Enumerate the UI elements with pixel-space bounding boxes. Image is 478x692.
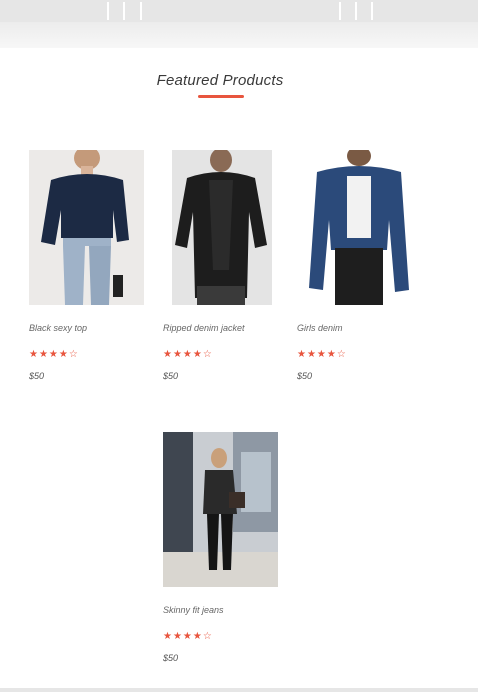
product-card[interactable]: Ripped denim jacket ★★★★☆ $50 (163, 150, 283, 381)
product-image[interactable] (163, 150, 278, 305)
product-card[interactable]: Skinny fit jeans ★★★★☆ $50 (163, 432, 283, 663)
nav-divider (339, 2, 341, 20)
product-price: $50 (29, 371, 45, 381)
product-name[interactable]: Skinny fit jeans (163, 605, 283, 617)
product-card[interactable]: Girls denim ★★★★☆ $50 (297, 150, 417, 381)
product-price: $50 (297, 371, 313, 381)
nav-divider (140, 2, 142, 20)
product-name[interactable]: Black sexy top (29, 323, 149, 335)
title-underline (198, 95, 244, 98)
nav-divider (107, 2, 109, 20)
product-card[interactable]: Black sexy top ★★★★☆ $50 (29, 150, 149, 381)
product-price: $50 (163, 371, 179, 381)
rating-stars: ★★★★☆ (29, 349, 79, 360)
product-price: $50 (163, 653, 179, 663)
nav-divider (371, 2, 373, 20)
rating-stars: ★★★★☆ (163, 631, 213, 642)
footer-divider (0, 688, 478, 692)
product-name[interactable]: Ripped denim jacket (163, 323, 283, 335)
nav-divider (123, 2, 125, 20)
top-navigation-bar (0, 0, 478, 22)
secondary-bar (0, 22, 478, 48)
product-image[interactable] (29, 150, 144, 305)
product-image[interactable] (297, 150, 412, 305)
nav-divider (355, 2, 357, 20)
product-image[interactable] (163, 432, 278, 587)
rating-stars: ★★★★☆ (297, 349, 347, 360)
section-title: Featured Products (156, 72, 284, 89)
rating-stars: ★★★★☆ (163, 349, 213, 360)
product-name[interactable]: Girls denim (297, 323, 417, 335)
